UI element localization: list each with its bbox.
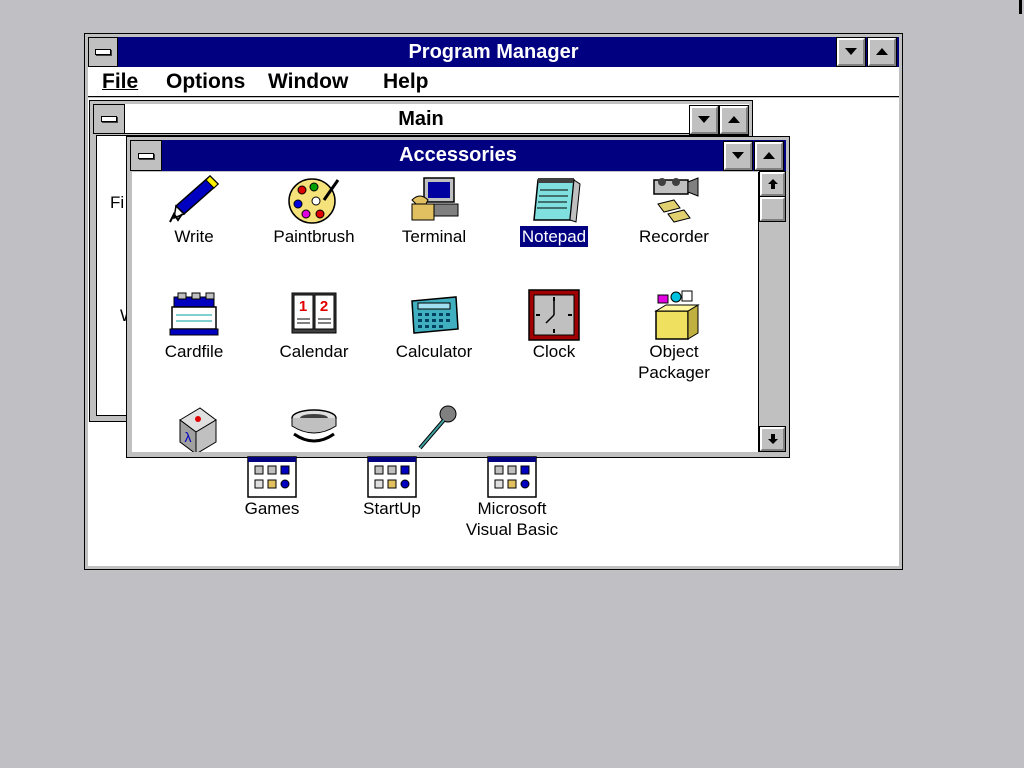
accessories-maximize-button[interactable] — [754, 141, 784, 171]
terminal-app-icon[interactable]: Terminal — [374, 174, 494, 247]
calculator-app-icon[interactable]: Calculator — [374, 289, 494, 362]
program-manager-control-menu-button[interactable] — [88, 37, 118, 67]
icon-label: Notepad — [519, 226, 589, 247]
maximize-arrow-icon — [876, 48, 888, 55]
program-manager-title: Program Manager — [408, 41, 579, 63]
program-group-icon — [367, 456, 417, 498]
icon-label: Microsoft Visual Basic — [465, 499, 559, 539]
main-titlebar[interactable]: Main — [93, 104, 749, 134]
write-pen-icon — [169, 174, 220, 223]
arrow-up-icon — [767, 179, 778, 189]
icon-label: Calculator — [395, 342, 473, 361]
cardfile-app-icon[interactable]: Cardfile — [134, 289, 254, 362]
notepad-app-icon[interactable]: Notepad — [494, 174, 614, 247]
accessories-control-menu-button[interactable] — [130, 140, 162, 171]
main-maximize-button[interactable] — [719, 105, 749, 135]
icon-label: StartUp — [363, 499, 421, 518]
media-player-icon — [291, 409, 337, 443]
calendar-icon: 1 2 — [291, 292, 337, 334]
cursor-mark — [1019, 0, 1022, 14]
paintbrush-app-icon[interactable]: Paintbrush — [254, 174, 374, 247]
games-group-icon[interactable]: Games — [212, 456, 332, 519]
character-map-app-icon[interactable]: λ — [134, 404, 254, 452]
camcorder-icon — [653, 177, 699, 223]
calendar-app-icon[interactable]: 1 2 Calendar — [254, 289, 374, 362]
main-partial-label-1: Fi — [110, 193, 125, 212]
character-map-icon: λ — [179, 407, 217, 452]
minimize-arrow-icon — [845, 48, 857, 55]
terminal-phone-icon — [411, 177, 459, 221]
menu-options[interactable]: Options — [166, 67, 245, 97]
object-packager-app-icon[interactable]: Object Packager — [614, 289, 734, 383]
menu-file[interactable]: File — [102, 67, 138, 97]
minimize-arrow-icon — [698, 116, 710, 123]
icon-label: Games — [244, 499, 300, 518]
write-app-icon[interactable]: Write — [134, 174, 254, 247]
accessories-title: Accessories — [399, 144, 517, 166]
svg-text:λ: λ — [185, 429, 192, 445]
recorder-app-icon[interactable]: Recorder — [614, 174, 734, 247]
control-menu-icon — [101, 116, 117, 122]
startup-group-icon[interactable]: StartUp — [332, 456, 452, 519]
main-minimize-button[interactable] — [689, 105, 719, 135]
sound-recorder-icon — [418, 405, 457, 450]
scroll-thumb[interactable] — [759, 196, 786, 222]
minimize-arrow-icon — [732, 152, 744, 159]
visual-basic-group-icon[interactable]: Microsoft Visual Basic — [452, 456, 572, 540]
program-manager-titlebar[interactable]: Program Manager — [88, 37, 899, 67]
program-group-icon — [487, 456, 537, 498]
sound-recorder-app-icon[interactable] — [374, 404, 494, 452]
clock-icon — [528, 289, 580, 341]
icon-label: Paintbrush — [273, 227, 355, 246]
cardfile-icon — [169, 292, 219, 336]
scroll-down-button[interactable] — [759, 426, 786, 452]
program-manager-minimize-button[interactable] — [836, 37, 866, 67]
program-manager-maximize-button[interactable] — [867, 37, 897, 67]
maximize-arrow-icon — [763, 152, 775, 159]
accessories-minimize-button[interactable] — [723, 141, 753, 171]
icon-label: Calendar — [279, 342, 349, 361]
main-control-menu-button[interactable] — [93, 104, 125, 134]
arrow-down-icon — [767, 434, 778, 444]
accessories-vertical-scrollbar[interactable] — [758, 171, 786, 452]
accessories-titlebar[interactable]: Accessories — [130, 140, 786, 171]
maximize-arrow-icon — [728, 116, 740, 123]
menu-window[interactable]: Window — [268, 67, 348, 97]
control-menu-icon — [95, 49, 111, 55]
package-icon — [654, 290, 700, 340]
icon-label: Write — [174, 227, 214, 246]
notepad-icon — [533, 178, 581, 223]
icon-label: Object Packager — [638, 342, 710, 382]
icon-label: Terminal — [401, 227, 467, 246]
program-group-icon — [247, 456, 297, 498]
clock-app-icon[interactable]: Clock — [494, 289, 614, 362]
media-player-app-icon[interactable] — [254, 404, 374, 452]
main-title: Main — [398, 108, 444, 130]
menu-help[interactable]: Help — [383, 67, 429, 97]
program-manager-menubar: File Options Window Help — [88, 67, 899, 97]
scroll-up-button[interactable] — [759, 171, 786, 197]
control-menu-icon — [138, 152, 154, 159]
palette-icon — [288, 178, 340, 224]
svg-text:2: 2 — [320, 298, 328, 315]
calculator-icon — [411, 296, 459, 334]
icon-label: Cardfile — [164, 342, 224, 361]
svg-text:1: 1 — [299, 298, 307, 315]
icon-label: Clock — [532, 342, 576, 361]
icon-label: Recorder — [639, 227, 709, 246]
